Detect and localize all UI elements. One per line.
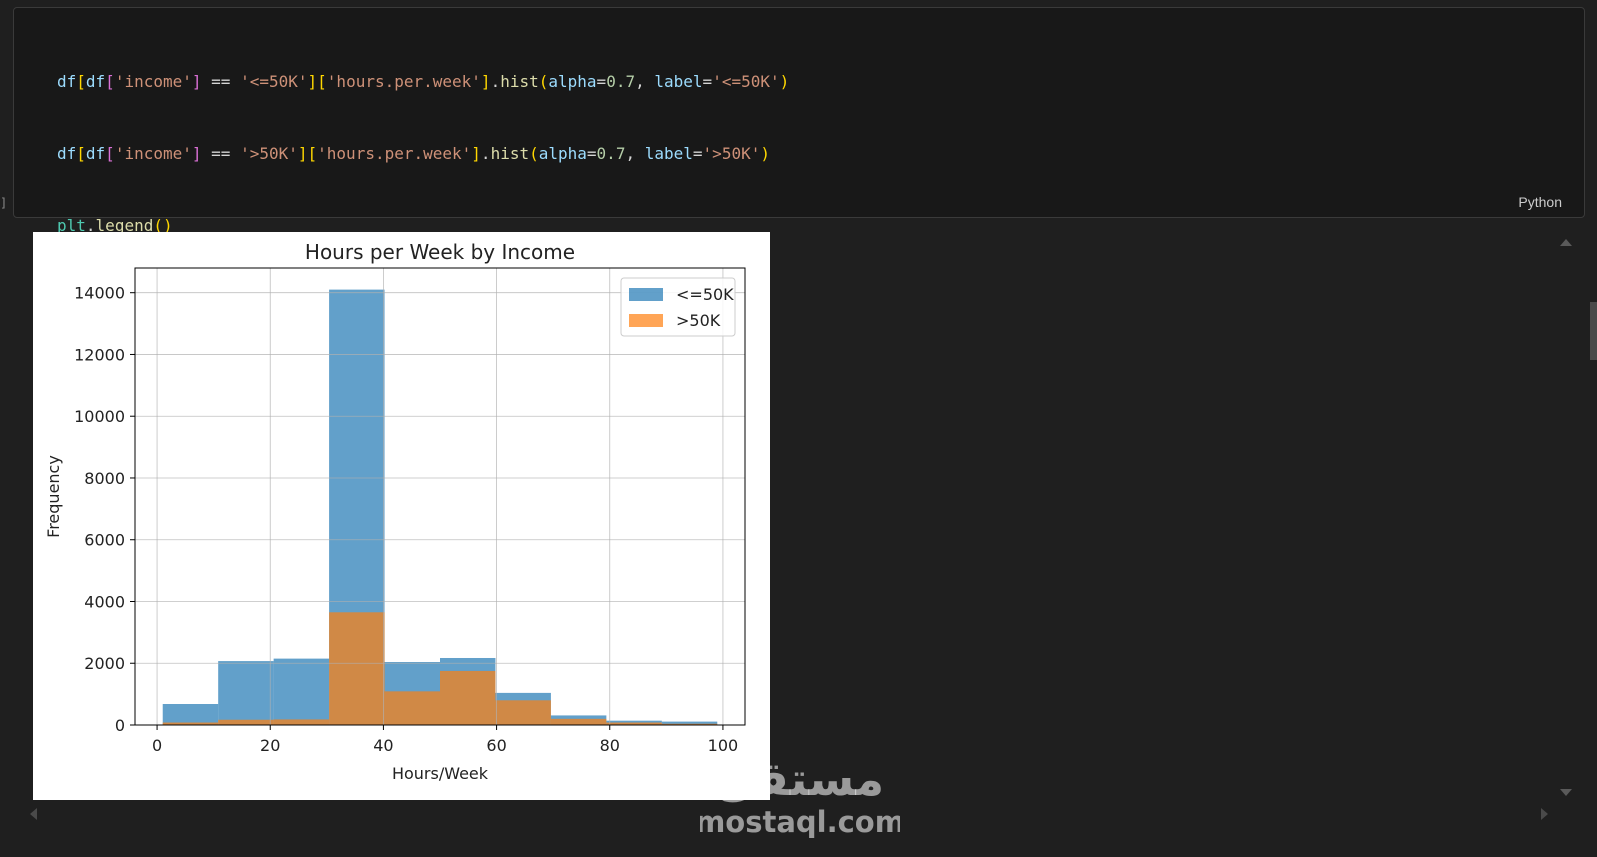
vertical-scrollbar-thumb[interactable] — [1590, 302, 1597, 360]
cell-execution-marker: ] — [0, 196, 8, 210]
y-tick-label: 4000 — [84, 592, 125, 611]
y-axis-label: Frequency — [44, 455, 63, 538]
scroll-down-arrow-icon[interactable] — [1560, 789, 1572, 796]
histogram-chart: 0 20 40 60 80 1000200040006000800010000120001… — [33, 232, 770, 800]
bar-le50k-0 — [162, 704, 219, 725]
bar-gt50k-1 — [218, 719, 274, 725]
code-line-2: df[df['income'] == '>50K']['hours.per.we… — [57, 144, 770, 163]
bar-le50k-2 — [273, 658, 330, 725]
legend-swatch-gt50k — [629, 314, 663, 327]
x-tick-label: 60 — [486, 736, 506, 755]
bar-gt50k-2 — [273, 719, 330, 725]
legend-label-gt50k: >50K — [676, 311, 721, 330]
y-tick-label: 0 — [115, 716, 125, 735]
y-tick-label: 8000 — [84, 469, 125, 488]
bar-le50k-1 — [218, 661, 274, 725]
y-tick-label: 14000 — [74, 284, 125, 303]
x-axis-label: Hours/Week — [392, 764, 489, 783]
code-line-1: df[df['income'] == '<=50K']['hours.per.w… — [57, 72, 790, 91]
x-tick-label: 80 — [600, 736, 620, 755]
bar-gt50k-7 — [550, 718, 607, 725]
x-tick-label: 0 — [152, 736, 162, 755]
code-cell[interactable]: df[df['income'] == '<=50K']['hours.per.w… — [13, 7, 1585, 523]
x-tick-label: 40 — [373, 736, 393, 755]
bar-gt50k-3 — [329, 612, 385, 725]
cell-output: 0 20 40 60 80 100 0 2000 4000 6000 8000 10000 12000 1… — [33, 232, 770, 800]
watermark-latin: mostaql.com — [700, 805, 900, 839]
language-selector[interactable]: Python — [1518, 194, 1562, 210]
legend-swatch-le50k — [629, 288, 663, 301]
y-tick-label: 10000 — [74, 407, 125, 426]
watermark-arabic: مستقل — [716, 752, 884, 806]
y-tick-label: 2000 — [84, 654, 125, 673]
bar-gt50k-5 — [440, 670, 496, 725]
scroll-up-arrow-icon[interactable] — [1560, 239, 1572, 246]
chart-title: Hours per Week by Income — [305, 240, 575, 264]
mostaql-watermark: مستقل mostaql.com — [700, 752, 900, 839]
y-tick-label: 6000 — [84, 531, 125, 550]
x-tick-label: 20 — [260, 736, 280, 755]
bar-gt50k-4 — [384, 691, 440, 725]
scroll-right-arrow-icon[interactable] — [1541, 808, 1548, 820]
legend-label-le50k: <=50K — [676, 285, 734, 304]
scroll-left-arrow-icon[interactable] — [30, 808, 37, 820]
bar-gt50k-6 — [495, 700, 551, 725]
y-tick-label: 12000 — [74, 345, 125, 364]
